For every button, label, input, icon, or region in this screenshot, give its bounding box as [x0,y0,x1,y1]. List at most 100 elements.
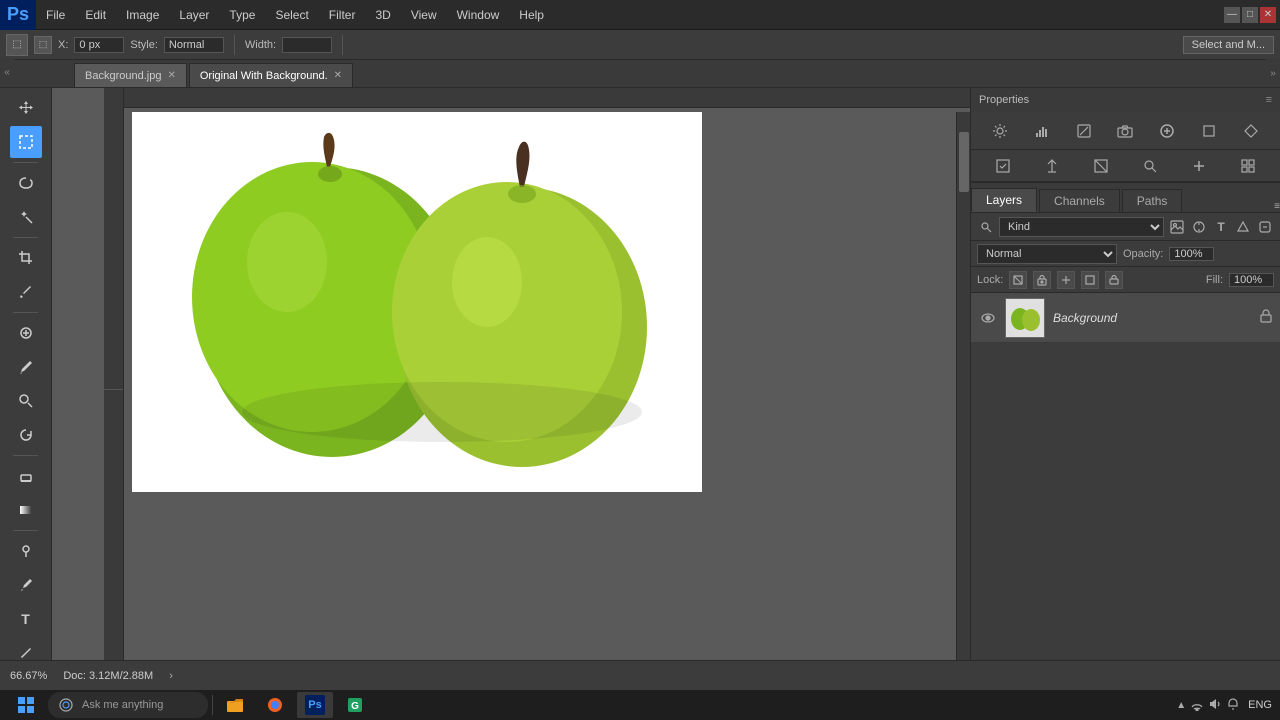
options-tool-icon[interactable]: ⬚ [6,34,28,56]
adj-icon-diamond[interactable] [1239,119,1263,143]
taskbar-search[interactable]: Ask me anything [48,692,208,718]
taskbar-firefox[interactable] [257,692,293,718]
kind-filter-select[interactable]: Kind [999,217,1164,237]
system-tray: ▲ ENG [1176,697,1272,714]
vertical-scrollbar[interactable] [956,112,970,676]
filter-smart-icon[interactable] [1256,218,1274,236]
layer-thumbnail [1005,298,1045,338]
canvas-area[interactable] [52,88,970,690]
tray-notification[interactable] [1226,697,1240,714]
tab-original-close[interactable]: ✕ [334,70,342,81]
menu-window[interactable]: Window [447,0,510,29]
tab-bar: « Background.jpg ✕ Original With Backgro… [0,60,1280,88]
tray-up-arrow[interactable]: ▲ [1176,700,1186,711]
filter-type-icon[interactable]: T [1212,218,1230,236]
adj-icon-levels[interactable] [1030,119,1054,143]
menu-edit[interactable]: Edit [75,0,116,29]
tray-network[interactable] [1190,697,1204,714]
menu-file[interactable]: File [36,0,75,29]
marquee-tool[interactable] [10,126,42,158]
tool-sep-1 [13,162,39,163]
status-expand-btn[interactable]: › [169,670,173,682]
adj-icon-scale[interactable] [1040,154,1064,178]
style-input[interactable] [164,37,224,53]
tabs-scroll-right[interactable]: » [1266,59,1280,87]
lock-transparent-btn[interactable] [1009,271,1027,289]
tab-channels[interactable]: Channels [1039,189,1120,212]
lock-position-btn[interactable] [1057,271,1075,289]
tab-background-close[interactable]: ✕ [167,70,175,81]
filter-shape-icon[interactable] [1234,218,1252,236]
dodge-tool[interactable] [10,535,42,567]
adj-icon-rect[interactable] [1197,119,1221,143]
tab-original[interactable]: Original With Background. ✕ [189,63,353,87]
history-brush-tool[interactable] [10,419,42,451]
menu-help[interactable]: Help [509,0,554,29]
text-tool[interactable]: T [10,603,42,635]
eraser-tool[interactable] [10,460,42,492]
tab-layers[interactable]: Layers [971,188,1037,212]
filter-image-icon[interactable] [1168,218,1186,236]
adj-icon-mask[interactable] [1089,154,1113,178]
eyedropper-tool[interactable] [10,276,42,308]
move-tool[interactable] [10,92,42,124]
layer-item-background[interactable]: Background [971,293,1280,343]
brush-tool[interactable] [10,351,42,383]
properties-header: Properties ≡ [971,88,1280,112]
width-input[interactable] [282,37,332,53]
lock-all-btn[interactable] [1105,271,1123,289]
layer-visibility-toggle[interactable] [979,309,997,327]
opacity-input[interactable] [1169,247,1214,261]
magic-wand-tool[interactable] [10,201,42,233]
menu-type[interactable]: Type [219,0,265,29]
close-button[interactable]: ✕ [1260,7,1276,23]
maximize-button[interactable]: □ [1242,7,1258,23]
menu-image[interactable]: Image [116,0,169,29]
clone-tool[interactable] [10,385,42,417]
menu-filter[interactable]: Filter [319,0,366,29]
adj-icon-brightness[interactable] [988,119,1012,143]
pen-tool[interactable] [10,569,42,601]
adj-icon-camera[interactable] [1113,119,1137,143]
lock-label: Lock: [977,274,1003,286]
adj-icon-curves[interactable] [1072,119,1096,143]
fill-input[interactable] [1229,273,1274,287]
vertical-ruler [104,88,124,690]
lasso-tool[interactable] [10,167,42,199]
lock-artboard-btn[interactable] [1081,271,1099,289]
options-feather-icon[interactable]: ⬚ [34,36,52,54]
lock-pixels-btn[interactable] [1033,271,1051,289]
layers-panel-menu[interactable]: ≡ [1274,201,1280,212]
tabs-scroll-left[interactable]: « [0,58,14,86]
canvas-document[interactable] [132,112,702,492]
properties-menu[interactable]: ≡ [1266,94,1272,106]
menu-layer[interactable]: Layer [169,0,219,29]
tray-volume[interactable] [1208,697,1222,714]
x-input[interactable] [74,37,124,53]
vertical-scrollbar-thumb[interactable] [959,132,969,192]
tray-clock[interactable]: ENG [1248,699,1272,711]
taskbar: Ask me anything Ps G ▲ [0,690,1280,720]
adj-icon-check-rect[interactable] [991,154,1015,178]
select-mask-button[interactable]: Select and M... [1183,36,1274,54]
taskbar-file-explorer[interactable] [217,692,253,718]
start-button[interactable] [8,692,44,718]
minimize-button[interactable]: — [1224,7,1240,23]
taskbar-app-green[interactable]: G [337,692,373,718]
menu-3d[interactable]: 3D [365,0,400,29]
adj-icon-add[interactable] [1155,119,1179,143]
heal-tool[interactable] [10,317,42,349]
menu-select[interactable]: Select [265,0,318,29]
crop-tool[interactable] [10,242,42,274]
tab-paths[interactable]: Paths [1122,189,1183,212]
adj-icon-grid[interactable] [1236,154,1260,178]
photoshop-taskbar-icon: Ps [305,695,325,715]
menu-view[interactable]: View [401,0,447,29]
adj-icon-search[interactable] [1138,154,1162,178]
blend-mode-select[interactable]: Normal Dissolve Multiply Screen Overlay [977,244,1117,264]
taskbar-photoshop[interactable]: Ps [297,692,333,718]
gradient-tool[interactable] [10,494,42,526]
tab-background[interactable]: Background.jpg ✕ [74,63,187,87]
filter-adjustment-icon[interactable] [1190,218,1208,236]
adj-icon-add2[interactable] [1187,154,1211,178]
